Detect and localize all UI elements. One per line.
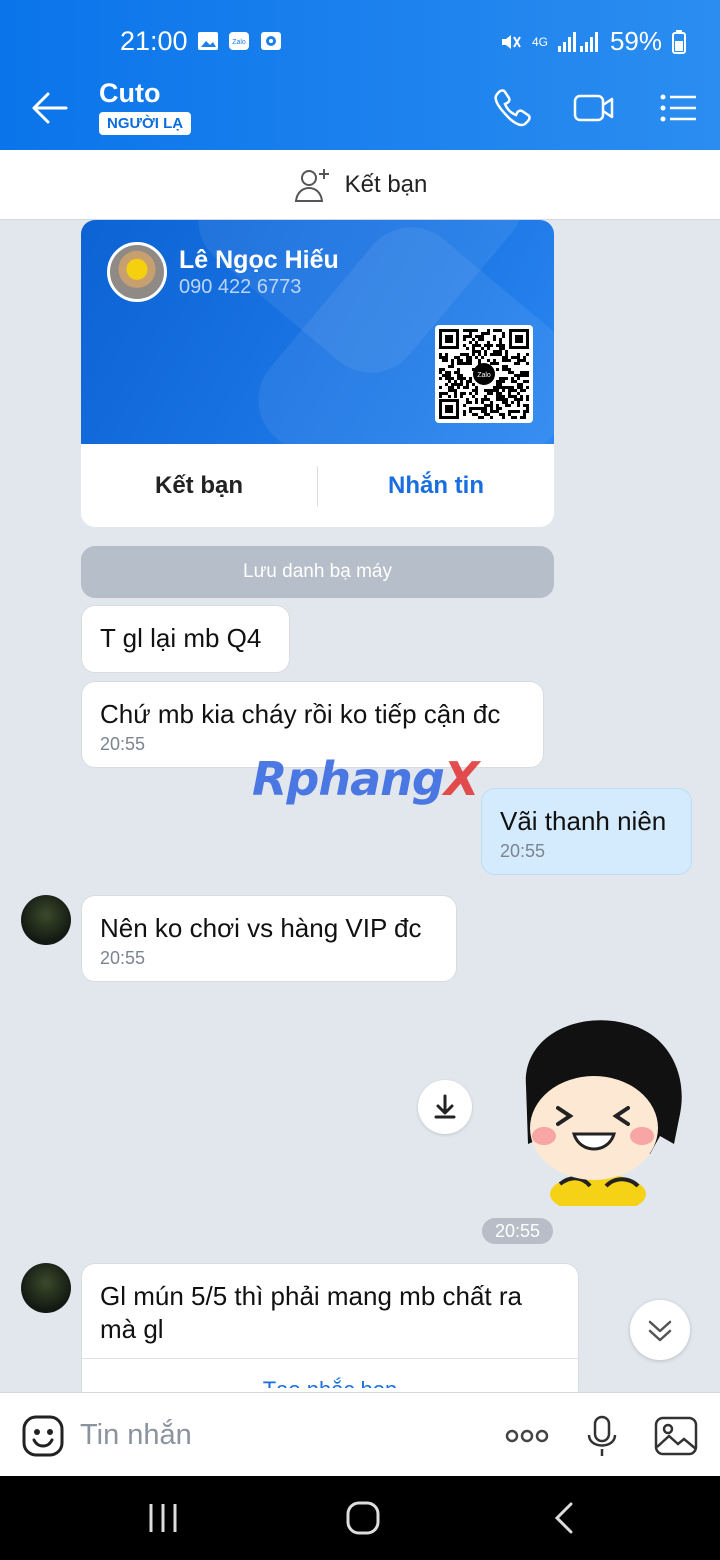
battery-percent: 59% (609, 26, 662, 56)
menu-list-icon[interactable] (656, 86, 700, 130)
card-add-friend-button[interactable]: Kết bạn (81, 472, 317, 500)
save-contact-button[interactable]: Lưu danh bạ máy (81, 546, 554, 598)
sender-avatar[interactable] (21, 895, 71, 945)
signal-icon (557, 31, 598, 52)
message-input[interactable] (80, 1413, 480, 1457)
message-bubble[interactable]: Nên ko chơi vs hàng VIP đc 20:55 (81, 895, 457, 982)
message-text: Chứ mb kia cháy rồi ko tiếp cận đc (100, 699, 501, 729)
create-reminder-button[interactable]: Tạo nhắc hẹn (82, 1358, 578, 1388)
message-bubble[interactable]: T gl lại mb Q4 (81, 605, 290, 673)
sender-avatar[interactable] (21, 1263, 71, 1313)
nav-back-icon[interactable] (545, 1500, 585, 1536)
message-bubble[interactable]: Gl mún 5/5 thì phải mang mb chất ra mà g… (81, 1263, 579, 1403)
message-text: Nên ko chơi vs hàng VIP đc (100, 913, 422, 943)
home-icon[interactable] (343, 1500, 383, 1536)
message-text: Gl mún 5/5 thì phải mang mb chất ra mà g… (100, 1281, 522, 1344)
add-user-icon (294, 168, 329, 202)
contact-card-actions: Kết bạn Nhắn tin (81, 444, 554, 527)
my-message-bubble[interactable]: Vãi thanh niên 20:55 (481, 788, 692, 875)
network-type: 4G (531, 34, 548, 49)
status-time: 21:00 (120, 26, 188, 56)
message-text: T gl lại mb Q4 (100, 623, 262, 653)
qr-code: Zalo (435, 325, 533, 423)
status-bar: 21:00 Zalo 4G 59% (0, 0, 720, 66)
stranger-badge: NGƯỜI LẠ (99, 112, 192, 135)
add-friend-label: Kết bạn (344, 170, 428, 198)
contact-card-header: Lê Ngọc Hiếu 090 422 6773 Zalo (81, 220, 554, 444)
contact-name: Lê Ngọc Hiếu (179, 246, 339, 274)
gallery-icon (198, 32, 218, 50)
svg-text:Zalo: Zalo (232, 39, 246, 46)
sticker-timestamp: 20:55 (482, 1218, 553, 1244)
back-arrow-icon[interactable] (30, 90, 70, 126)
watermark-logo: RphangX (252, 752, 479, 806)
add-friend-bar[interactable]: Kết bạn (0, 150, 720, 220)
contact-phone: 090 422 6773 (179, 276, 302, 298)
battery-icon (672, 29, 686, 54)
message-time: 20:55 (100, 948, 146, 968)
mute-icon (501, 34, 521, 49)
system-nav-bar (0, 1476, 720, 1560)
message-text: Vãi thanh niên (500, 806, 667, 836)
qr-zalo-logo: Zalo (477, 372, 491, 379)
zalo-notification-icon: Zalo (229, 32, 249, 50)
message-time: 20:55 (500, 841, 546, 861)
chat-title[interactable]: Cuto (99, 78, 160, 109)
sticker-image[interactable] (508, 1016, 688, 1206)
download-sticker-button[interactable] (418, 1080, 472, 1134)
more-options-icon[interactable] (504, 1413, 550, 1459)
chat-header: Cuto NGƯỜI LẠ (0, 66, 720, 150)
phone-call-icon[interactable] (490, 86, 534, 130)
double-chevron-down-icon (648, 1320, 672, 1342)
emoji-icon[interactable] (20, 1413, 66, 1459)
image-gallery-icon[interactable] (653, 1413, 699, 1459)
app-notification-icon (261, 32, 281, 50)
contact-avatar (107, 242, 167, 302)
download-icon (434, 1094, 456, 1119)
message-composer (0, 1392, 720, 1476)
card-message-button[interactable]: Nhắn tin (318, 472, 554, 500)
recent-apps-icon[interactable] (143, 1500, 183, 1536)
video-call-icon[interactable] (572, 86, 616, 130)
scroll-to-bottom-button[interactable] (630, 1300, 690, 1360)
contact-card[interactable]: Lê Ngọc Hiếu 090 422 6773 Zalo Kết bạn N… (81, 220, 554, 527)
microphone-icon[interactable] (579, 1413, 625, 1459)
